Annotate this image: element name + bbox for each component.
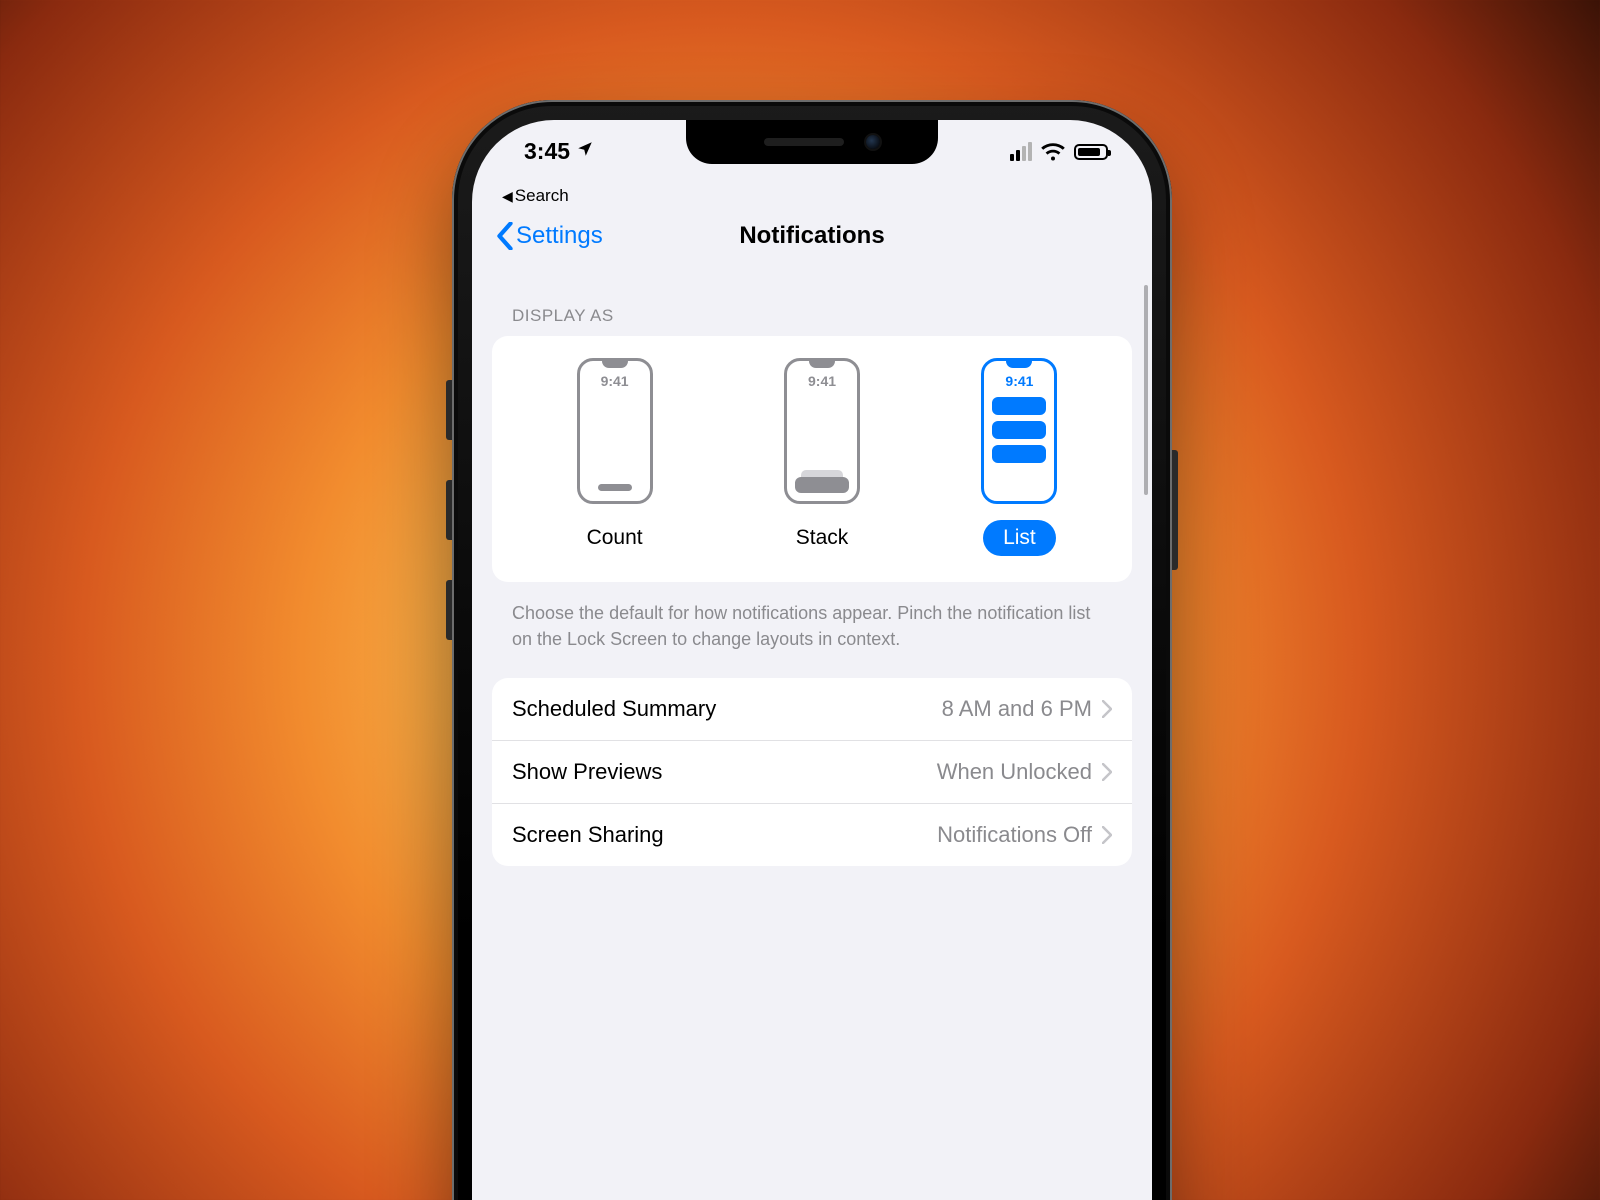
option-label-stack: Stack: [776, 520, 869, 556]
nav-bar: Settings Notifications: [472, 208, 1152, 270]
speaker: [764, 138, 844, 146]
back-label: Settings: [516, 222, 603, 250]
row-label: Scheduled Summary: [512, 696, 716, 722]
content: DISPLAY AS 9:41 Count 9:: [472, 270, 1152, 866]
cellular-icon: [1010, 142, 1032, 161]
option-label-count: Count: [567, 520, 663, 556]
row-show-previews[interactable]: Show Previews When Unlocked: [492, 741, 1132, 804]
row-label: Screen Sharing: [512, 822, 664, 848]
chevron-left-icon: [496, 222, 514, 250]
display-option-count[interactable]: 9:41 Count: [567, 358, 663, 556]
preview-stack: 9:41: [784, 358, 860, 504]
chevron-right-icon: [1102, 763, 1112, 781]
preview-list: 9:41: [981, 358, 1057, 504]
front-camera: [866, 135, 880, 149]
back-triangle-icon: ◀︎: [502, 188, 513, 205]
option-label-list: List: [983, 520, 1056, 556]
row-screen-sharing[interactable]: Screen Sharing Notifications Off: [492, 804, 1132, 866]
preview-count: 9:41: [577, 358, 653, 504]
row-value: 8 AM and 6 PM: [942, 696, 1092, 722]
display-as-card: 9:41 Count 9:41 Stack: [492, 336, 1132, 582]
notch: [686, 120, 938, 164]
location-icon: [576, 140, 594, 164]
row-scheduled-summary[interactable]: Scheduled Summary 8 AM and 6 PM: [492, 678, 1132, 741]
display-option-stack[interactable]: 9:41 Stack: [776, 358, 869, 556]
breadcrumb[interactable]: ◀︎ Search: [472, 182, 1152, 208]
battery-icon: [1074, 144, 1108, 160]
display-option-list[interactable]: 9:41 List: [981, 358, 1057, 556]
row-label: Show Previews: [512, 759, 662, 785]
section-footer-display-as: Choose the default for how notifications…: [492, 582, 1132, 678]
settings-rows: Scheduled Summary 8 AM and 6 PM Show Pre…: [492, 678, 1132, 866]
row-value: Notifications Off: [937, 822, 1092, 848]
section-header-display-as: DISPLAY AS: [492, 306, 1132, 336]
breadcrumb-label: Search: [515, 186, 569, 206]
row-value: When Unlocked: [937, 759, 1092, 785]
screen: 3:45 ◀︎ Search Settings: [472, 120, 1152, 1200]
wifi-icon: [1041, 143, 1065, 161]
status-time: 3:45: [524, 138, 570, 165]
chevron-right-icon: [1102, 826, 1112, 844]
back-button[interactable]: Settings: [496, 222, 603, 250]
chevron-right-icon: [1102, 700, 1112, 718]
phone-frame: 3:45 ◀︎ Search Settings: [452, 100, 1172, 1200]
scroll-indicator[interactable]: [1144, 285, 1148, 495]
